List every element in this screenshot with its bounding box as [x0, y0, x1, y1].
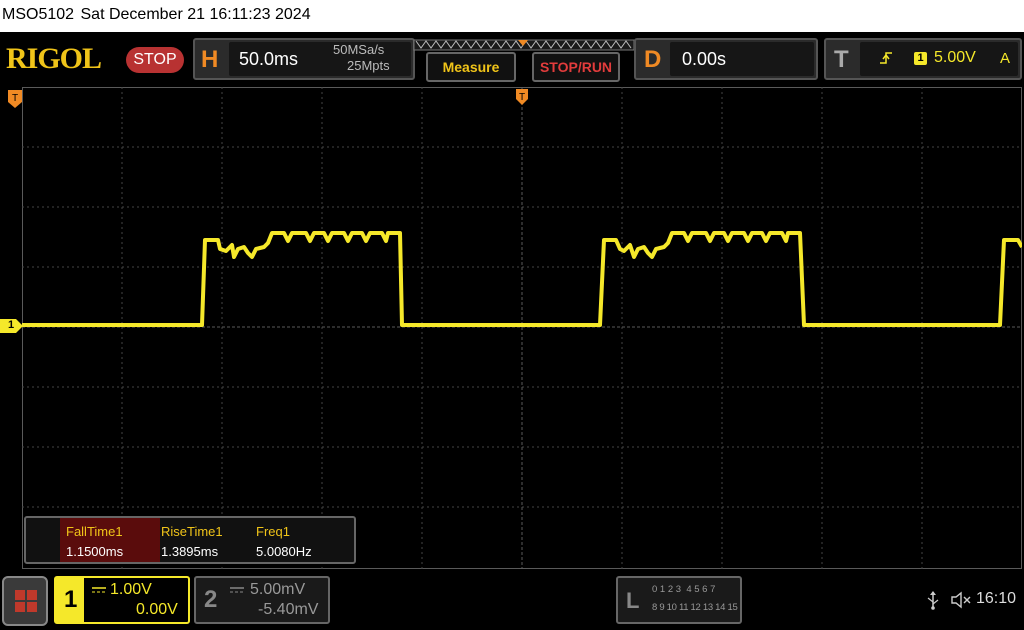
delay-letter: D: [644, 46, 662, 73]
channel1-number: 1: [64, 586, 78, 613]
measure-value-freq: 5.0080Hz: [256, 544, 312, 559]
channel2-number: 2: [204, 586, 218, 613]
memory-depth: 25Mpts: [347, 58, 390, 73]
datetime-label: Sat December 21 16:11:23 2024: [80, 6, 311, 23]
sample-rate: 50MSa/s: [333, 42, 385, 57]
logic-letter: L: [626, 588, 640, 613]
title-bar: MSO5102 Sat December 21 16:11:23 2024: [0, 0, 1024, 32]
trigger-letter: T: [834, 46, 849, 73]
horizontal-letter: H: [201, 46, 219, 73]
channel1-panel[interactable]: 1 1.00V 0.00V: [54, 576, 190, 624]
trigger-panel[interactable]: T 1 5.00V A: [824, 38, 1022, 80]
waveform-display[interactable]: T: [22, 87, 1022, 569]
measure-header-freq: Freq1: [256, 524, 290, 539]
dc-coupling-icon: [92, 587, 106, 593]
timebase-value: 50.0ms: [239, 49, 299, 69]
channel1-offset: 0.00V: [136, 601, 178, 618]
usb-icon: [927, 591, 939, 610]
measure-value-risetime: 1.3895ms: [161, 544, 219, 559]
grid-menu-icon: [15, 590, 37, 612]
clock-time: 16:10: [976, 590, 1017, 607]
channel2-panel[interactable]: 2 5.00mV -5.40mV: [194, 576, 330, 624]
measure-value-falltime: 1.1500ms: [66, 544, 124, 559]
trigger-mode: A: [1000, 50, 1011, 67]
horizontal-panel[interactable]: H 50.0ms 50MSa/s 25Mpts: [193, 38, 415, 80]
channel2-scale: 5.00mV: [250, 581, 306, 598]
svg-text:T: T: [519, 92, 525, 103]
run-state-badge[interactable]: STOP: [126, 47, 184, 73]
model-label: MSO5102: [2, 6, 75, 23]
trigger-level-marker[interactable]: T: [6, 88, 24, 110]
channel1-marker-label: 1: [8, 319, 15, 331]
delay-panel[interactable]: D 0.00s: [634, 38, 818, 80]
home-button[interactable]: [2, 576, 48, 626]
measure-header-falltime: FallTime1: [66, 524, 123, 539]
measurement-panel[interactable]: FallTime1 RiseTime1 Freq1 1.1500ms 1.389…: [24, 516, 356, 564]
logic-channels-row2: 8 9 10 11 12 13 14 15: [652, 602, 738, 613]
trigger-level: 5.00V: [934, 49, 976, 66]
delay-value: 0.00s: [682, 49, 727, 69]
trigger-source-badge: 1: [914, 52, 927, 65]
channel2-offset: -5.40mV: [258, 601, 319, 618]
rigol-logo: RIGOL: [6, 42, 102, 75]
rising-edge-icon: [880, 52, 892, 64]
channel1-scale: 1.00V: [110, 581, 152, 598]
logic-panel[interactable]: L 0 1 2 3 4 5 6 7 8 9 10 11 12 13 14 15: [616, 576, 742, 624]
sound-muted-icon[interactable]: [950, 590, 972, 610]
measure-button[interactable]: Measure: [426, 52, 516, 82]
svg-text:T: T: [12, 93, 18, 104]
stop-run-button[interactable]: STOP/RUN: [532, 52, 620, 82]
memory-position-bar: [413, 39, 635, 51]
measure-header-risetime: RiseTime1: [161, 524, 223, 539]
dc-coupling-icon: [230, 587, 244, 593]
logic-channels-row1: 0 1 2 3 4 5 6 7: [652, 584, 716, 595]
